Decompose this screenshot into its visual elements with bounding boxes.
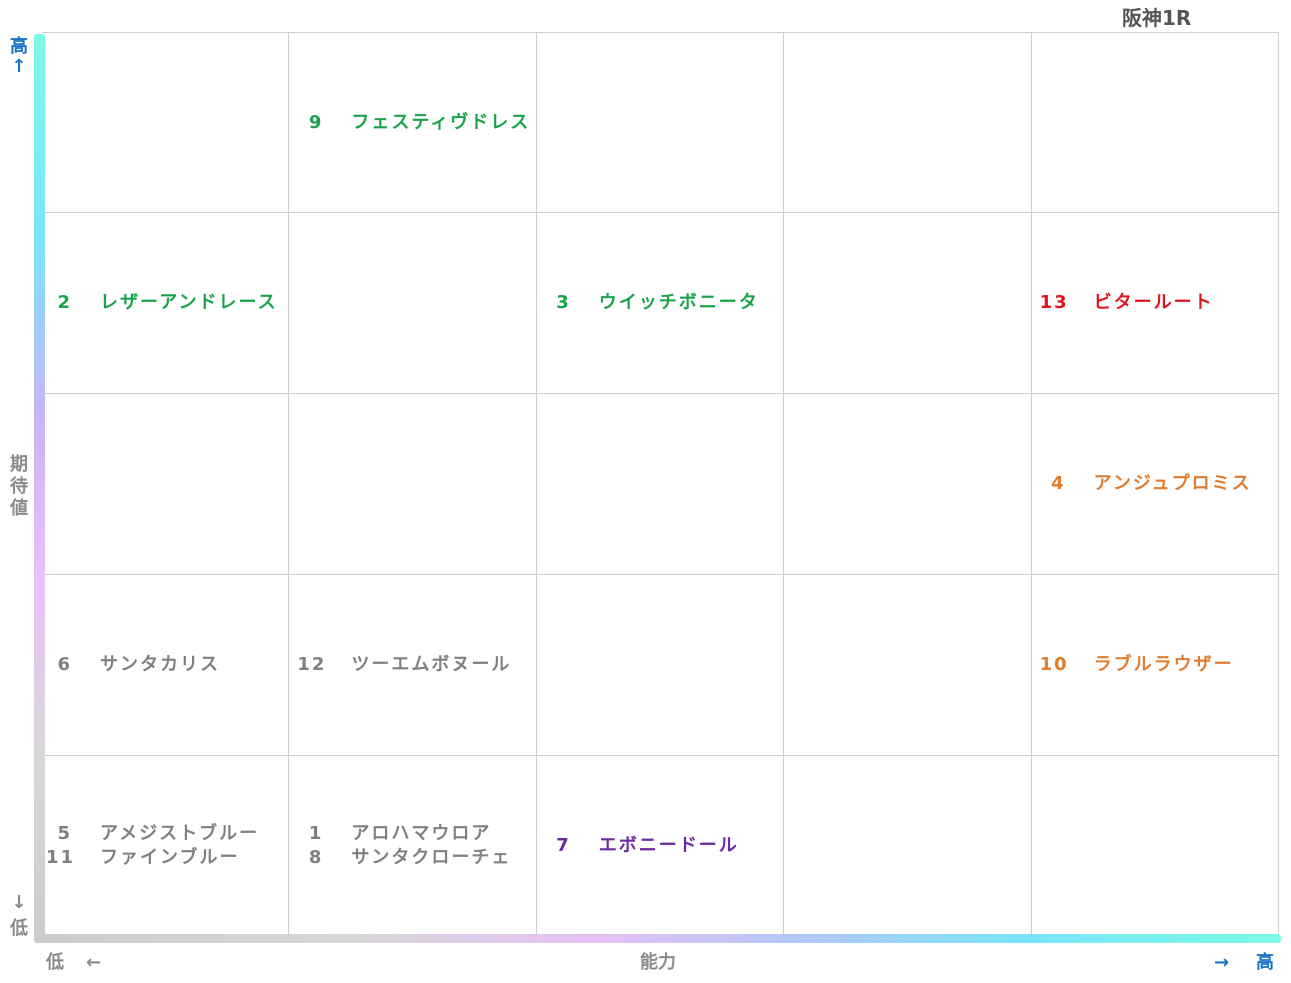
grid-cell-r5-c3: 7 エボニードール [536, 756, 785, 937]
grid-cell-r2-c2 [289, 213, 537, 394]
cell-entries: 1 アロハマウロア 8 サンタクローチェ [297, 822, 511, 870]
horse-number: 9 [308, 111, 324, 133]
grid-cell-r1-c3 [536, 32, 785, 213]
horse-number: 12 [297, 654, 327, 675]
grid-cell-r1-c5 [1031, 32, 1279, 213]
cell-entries: 13 ビタールート [1040, 291, 1214, 315]
horse-number: 4 [1051, 473, 1066, 494]
grid-cell-r4-c2: 12 ツーエムボヌール [289, 575, 537, 756]
horse-entry: 11 ファインブルー [46, 846, 259, 870]
horse-name: ビタールート [1093, 292, 1214, 313]
cell-entries: 7 エボニードール [545, 834, 739, 858]
horse-name: ファインブルー [100, 847, 240, 868]
horse-number: 11 [46, 847, 76, 868]
horse-number: 7 [556, 835, 571, 856]
grid-cell-r5-c5 [1031, 756, 1279, 937]
grid-cell-r1-c4 [784, 32, 1032, 213]
x-axis-right-arrow: → [1214, 952, 1230, 973]
horse-number: 5 [57, 823, 72, 844]
y-axis-down-arrow: ↓ [11, 892, 27, 913]
cell-entries: 5 アメジストブルー 11 ファインブルー [46, 822, 259, 870]
x-axis-high-label: 高 [1256, 952, 1274, 973]
horse-number: 2 [57, 292, 72, 313]
y-axis-gradient-bar [34, 34, 45, 942]
grid-cell-r2-c4 [784, 213, 1032, 394]
horse-entry: 5 アメジストブルー [46, 822, 259, 846]
chart-grid: 9 フェスティヴドレス 2 レザーアンドレース 3 ウイッチボニータ 13 ビタールート 4 アン… [42, 32, 1279, 937]
x-axis-low-label: 低 [46, 952, 64, 973]
horse-name: ツーエムボヌール [351, 654, 512, 675]
horse-number: 13 [1039, 292, 1069, 313]
horse-name: フェスティヴドレス [351, 111, 531, 133]
horse-name: サンタクローチェ [351, 847, 512, 868]
horse-number: 3 [556, 292, 571, 313]
grid-cell-r3-c3 [536, 394, 785, 575]
grid-cell-r1-c2: 9 フェスティヴドレス [289, 32, 537, 213]
grid-cell-r3-c2 [289, 394, 537, 575]
grid-cell-r2-c3: 3 ウイッチボニータ [536, 213, 785, 394]
horse-entry: 8 サンタクローチェ [297, 846, 511, 870]
grid-cell-r5-c4 [784, 756, 1032, 937]
grid-cell-r5-c1: 5 アメジストブルー 11 ファインブルー [42, 756, 290, 937]
cell-entries: 4 アンジュプロミス [1040, 472, 1252, 496]
horse-name: レザーアンドレース [100, 292, 278, 313]
y-axis-up-arrow: ↑ [11, 56, 27, 77]
x-axis-gradient-bar [34, 934, 1281, 943]
horse-number: 6 [57, 654, 72, 675]
x-axis-left-arrow: ← [86, 952, 102, 973]
horse-entry: 1 アロハマウロア [297, 822, 511, 846]
cell-entries: 3 ウイッチボニータ [545, 291, 759, 315]
horse-number: 1 [308, 823, 324, 844]
grid-cell-r1-c1 [42, 32, 290, 213]
horse-entry: 9 フェスティヴドレス [297, 111, 530, 135]
horse-name: エボニードール [598, 835, 739, 856]
cell-entries: 2 レザーアンドレース [46, 291, 278, 315]
grid-cell-r3-c1 [42, 394, 290, 575]
y-axis-high-label: 高 [10, 36, 28, 57]
horse-name: サンタカリス [100, 654, 220, 675]
cell-entries: 9 フェスティヴドレス [297, 111, 530, 135]
horse-name: アンジュプロミス [1093, 473, 1252, 494]
horse-number: 10 [1039, 654, 1069, 675]
y-axis-low-label: 低 [10, 918, 28, 939]
horse-entry: 2 レザーアンドレース [46, 291, 278, 315]
grid-cell-r4-c3 [536, 575, 785, 756]
horse-entry: 4 アンジュプロミス [1040, 472, 1252, 496]
cell-entries: 10 ラブルラウザー [1040, 653, 1234, 677]
horse-name: アロハマウロア [351, 823, 492, 844]
grid-cell-r5-c2: 1 アロハマウロア 8 サンタクローチェ [289, 756, 537, 937]
horse-entry: 3 ウイッチボニータ [545, 291, 759, 315]
horse-name: ラブルラウザー [1093, 654, 1234, 675]
y-axis-title: 期待値 [10, 454, 28, 519]
grid-cell-r3-c5: 4 アンジュプロミス [1031, 394, 1279, 575]
grid-cell-r2-c1: 2 レザーアンドレース [42, 213, 290, 394]
horse-entry: 12 ツーエムボヌール [297, 653, 511, 677]
cell-entries: 6 サンタカリス [46, 653, 220, 677]
grid-cell-r4-c1: 6 サンタカリス [42, 575, 290, 756]
grid-cell-r3-c4 [784, 394, 1032, 575]
horse-entry: 6 サンタカリス [46, 653, 220, 677]
race-title: 阪神1R [1122, 6, 1192, 30]
cell-entries: 12 ツーエムボヌール [297, 653, 511, 677]
grid-cell-r2-c5: 13 ビタールート [1031, 213, 1279, 394]
horse-entry: 10 ラブルラウザー [1040, 653, 1234, 677]
grid-cell-r4-c5: 10 ラブルラウザー [1031, 575, 1279, 756]
horse-number: 8 [308, 847, 324, 868]
horse-name: ウイッチボニータ [598, 292, 759, 313]
horse-name: アメジストブルー [100, 823, 260, 844]
horse-entry: 13 ビタールート [1040, 291, 1214, 315]
horse-entry: 7 エボニードール [545, 834, 739, 858]
x-axis-title: 能力 [640, 952, 676, 973]
grid-cell-r4-c4 [784, 575, 1032, 756]
